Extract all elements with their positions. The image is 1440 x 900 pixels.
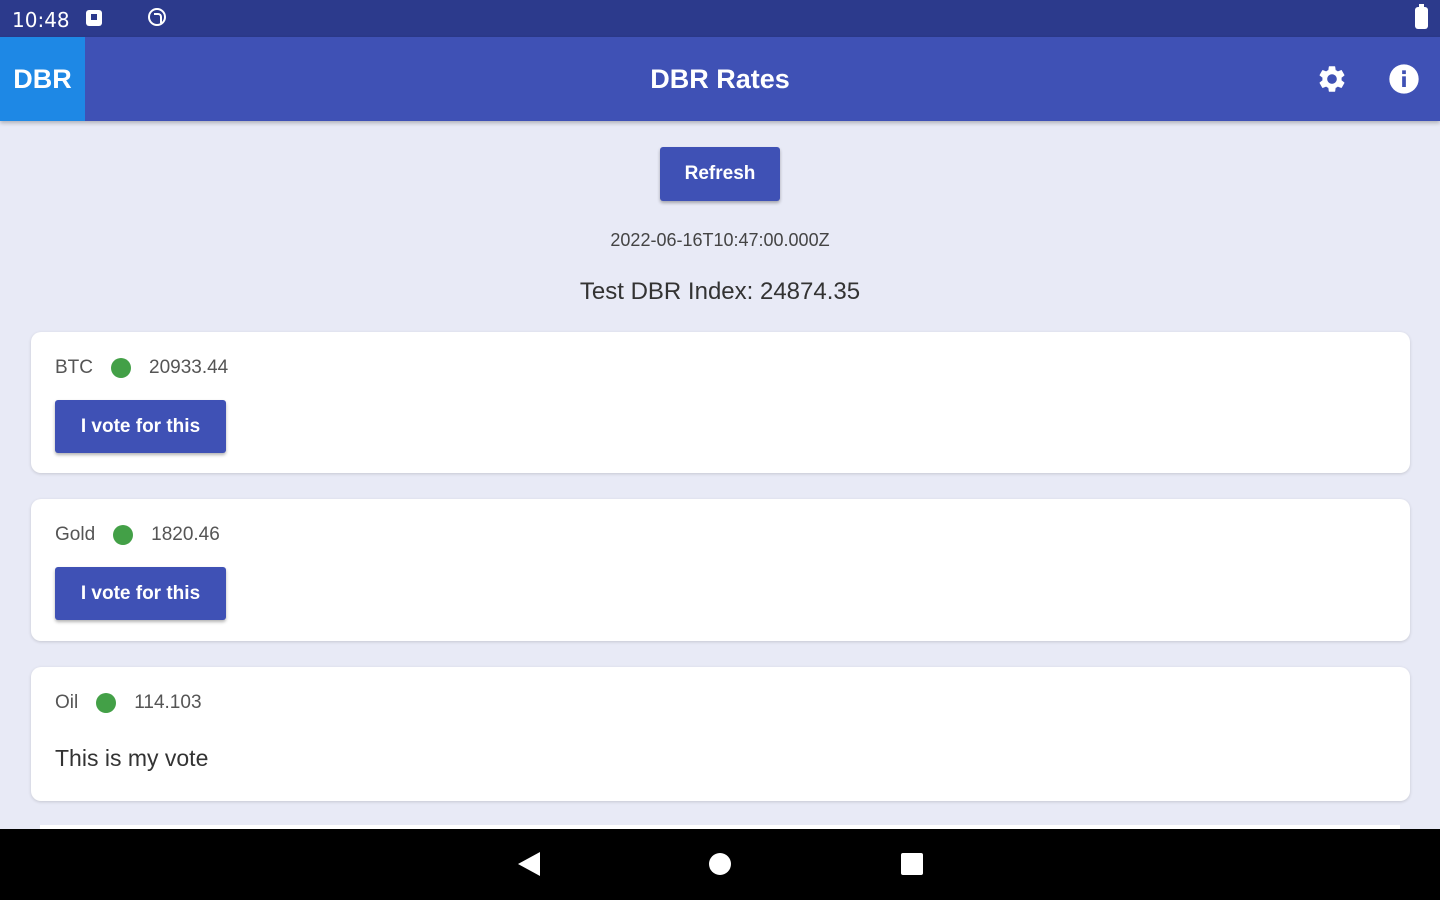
rate-row: BTC 20933.44 <box>55 356 228 380</box>
rate-row: Gold 1820.46 <box>55 523 220 547</box>
back-icon[interactable] <box>518 852 540 876</box>
asset-value: 1820.46 <box>151 524 220 545</box>
dbr-index-value: Test DBR Index: 24874.35 <box>579 278 861 305</box>
last-updated-timestamp: 2022-06-16T10:47:00.000Z <box>610 230 830 250</box>
info-icon[interactable] <box>1388 63 1420 95</box>
rate-card-oil: Oil 114.103 This is my vote <box>31 667 1410 801</box>
rate-row: Oil 114.103 <box>55 691 202 715</box>
my-vote-label: This is my vote <box>55 745 209 771</box>
battery-icon <box>1415 4 1428 29</box>
recents-icon[interactable] <box>901 853 923 875</box>
status-dot-icon <box>111 358 131 378</box>
sync-icon <box>148 8 166 26</box>
status-time: 10:48 <box>12 8 70 32</box>
asset-name: Gold <box>55 524 96 545</box>
asset-value: 114.103 <box>134 692 202 713</box>
settings-icon[interactable] <box>1316 63 1348 95</box>
status-dot-icon <box>96 693 117 713</box>
vote-button-gold[interactable]: I vote for this <box>55 567 226 620</box>
home-icon[interactable] <box>709 853 731 875</box>
app-bar: DBR Rates DBR <box>0 37 1440 121</box>
vote-button-btc[interactable]: I vote for this <box>55 400 226 453</box>
page-title: DBR Rates <box>650 64 790 94</box>
status-dot-icon <box>113 525 134 545</box>
rate-card-gold: Gold 1820.46 I vote for this <box>31 499 1410 641</box>
notification-icon <box>86 10 102 26</box>
asset-name: Oil <box>55 692 79 713</box>
rate-card-btc: BTC 20933.44 I vote for this <box>31 332 1410 473</box>
asset-value: 20933.44 <box>149 357 229 378</box>
status-bar: 10:48 <box>0 0 1440 37</box>
asset-name: BTC <box>55 357 93 378</box>
app-logo[interactable]: DBR <box>0 37 85 121</box>
refresh-button[interactable]: Refresh <box>660 147 780 201</box>
